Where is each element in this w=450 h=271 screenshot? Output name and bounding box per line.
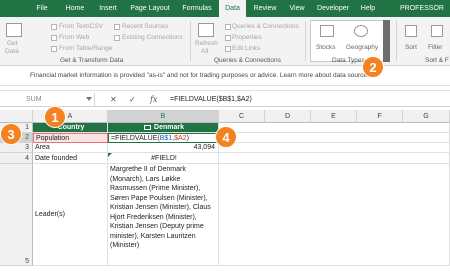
queries-icon	[225, 24, 231, 30]
name-box-dropdown-icon[interactable]	[86, 97, 92, 101]
cell-b1[interactable]: Denmark	[108, 123, 219, 133]
cell-a5[interactable]: Leader(s)	[33, 164, 108, 266]
cells-row2-rest[interactable]	[219, 133, 450, 143]
group-queries-connections: Queries & Connections	[214, 57, 281, 64]
properties-button[interactable]: Properties	[232, 33, 262, 42]
sort-icon[interactable]	[405, 25, 417, 37]
from-text-csv-button[interactable]: From Text/CSV	[59, 22, 103, 31]
gallery-scroll[interactable]	[383, 20, 390, 62]
row-header-3[interactable]: 3	[0, 143, 33, 153]
refresh-icon[interactable]	[198, 23, 214, 37]
tab-developer[interactable]: Developer	[313, 0, 353, 17]
sort-button[interactable]: Sort	[405, 43, 417, 52]
edit-links-icon	[225, 46, 231, 52]
ribbon-data: Get Data From Text/CSV From Web From Tab…	[0, 17, 450, 66]
group-data-types: Data Types	[332, 57, 365, 64]
edit-links-button[interactable]: Edit Links	[232, 44, 260, 53]
formula-input[interactable]: =FIELDVALUE($B$1,$A2)	[170, 92, 252, 107]
cells-row4-rest[interactable]	[219, 153, 450, 164]
refresh-all-label-2[interactable]: All	[201, 47, 208, 56]
row-header-4[interactable]: 4	[0, 153, 33, 164]
tab-view[interactable]: View	[285, 0, 309, 17]
stocks-button[interactable]: Stocks	[316, 43, 336, 52]
cell-b2-ref2: $A2	[174, 135, 187, 142]
cell-b1-text: Denmark	[154, 124, 184, 131]
tab-formulas[interactable]: Formulas	[178, 0, 216, 17]
cell-b2-ref1: B$1	[159, 135, 173, 142]
insert-function-icon[interactable]: fx	[150, 92, 157, 107]
tab-help[interactable]: Help	[358, 0, 378, 17]
map-icon	[144, 124, 152, 130]
tab-home[interactable]: Home	[62, 0, 88, 17]
queries-connections-button[interactable]: Queries & Connections	[232, 22, 299, 31]
column-header-b[interactable]: B	[108, 110, 219, 123]
cell-b5[interactable]: Margrethe II of Denmark (Monarch), Lars …	[108, 164, 219, 266]
group-sort-filter: Sort & F	[425, 57, 449, 64]
callout-2: 2	[362, 56, 384, 78]
callout-3: 3	[0, 123, 22, 145]
cancel-icon[interactable]: ✕	[110, 92, 117, 107]
callout-4: 4	[215, 126, 237, 148]
cells-row3-rest[interactable]	[219, 143, 450, 153]
formula-bar: SUM ✕ ✓ fx =FIELDVALUE($B$1,$A2)	[0, 90, 450, 107]
from-web-button[interactable]: From Web	[59, 33, 89, 42]
get-data-label-2[interactable]: Data	[5, 47, 19, 56]
cells-row5-rest[interactable]	[219, 164, 450, 266]
properties-icon	[225, 35, 231, 41]
column-header-g[interactable]: G	[403, 110, 450, 123]
tab-insert[interactable]: Insert	[94, 0, 122, 17]
cell-b2-prefix: =FIELDVALUE(	[111, 135, 160, 142]
web-icon	[51, 35, 57, 41]
column-header-f[interactable]: F	[357, 110, 403, 123]
recent-sources-button[interactable]: Recent Sources	[122, 22, 168, 31]
get-data-icon[interactable]	[6, 23, 22, 37]
tab-review[interactable]: Review	[250, 0, 280, 17]
group-get-transform: Get & Transform Data	[60, 57, 124, 64]
text-csv-icon	[51, 24, 57, 30]
column-header-e[interactable]: E	[311, 110, 357, 123]
select-all-corner[interactable]	[0, 110, 33, 123]
cell-a4[interactable]: Date founded	[33, 153, 108, 164]
enter-icon[interactable]: ✓	[129, 92, 136, 107]
existing-connections-icon	[114, 35, 120, 41]
callout-1: 1	[44, 106, 66, 128]
cell-a2[interactable]: Population	[33, 133, 108, 143]
filter-icon[interactable]	[431, 25, 443, 37]
column-header-c[interactable]: C	[219, 110, 265, 123]
stocks-icon[interactable]	[320, 25, 334, 37]
tab-page-layout[interactable]: Page Layout	[127, 0, 173, 17]
tab-file[interactable]: File	[30, 0, 54, 17]
cell-b3[interactable]: 43,094	[108, 143, 219, 153]
recent-sources-icon	[114, 24, 120, 30]
tab-data[interactable]: Data	[219, 0, 246, 17]
cell-b2[interactable]: =FIELDVALUE(B$1,$A2)	[108, 133, 219, 143]
cells-row1-rest[interactable]	[219, 123, 450, 133]
info-message: Financial market information is provided…	[30, 72, 376, 79]
filter-button[interactable]: Filter	[428, 43, 442, 52]
from-table-range-button[interactable]: From Table/Range	[59, 44, 112, 53]
cell-b4[interactable]: #FIELD!	[108, 153, 219, 164]
cell-a1[interactable]: Country	[33, 123, 108, 133]
table-icon	[51, 46, 57, 52]
existing-connections-button[interactable]: Existing Connections	[122, 33, 183, 42]
column-header-d[interactable]: D	[265, 110, 311, 123]
ribbon-tab-bar: File Home Insert Page Layout Formulas Da…	[0, 0, 450, 29]
row-header-5[interactable]: 5	[0, 164, 33, 266]
geography-button[interactable]: Geography	[346, 43, 378, 52]
tab-professor-excel[interactable]: PROFESSOR EXCEL	[390, 0, 450, 29]
cell-a3[interactable]: Area	[33, 143, 108, 153]
geography-icon[interactable]	[354, 25, 368, 37]
name-box[interactable]: SUM	[0, 93, 95, 106]
error-indicator-icon	[108, 153, 112, 157]
cell-b2-suffix: )	[186, 135, 189, 142]
